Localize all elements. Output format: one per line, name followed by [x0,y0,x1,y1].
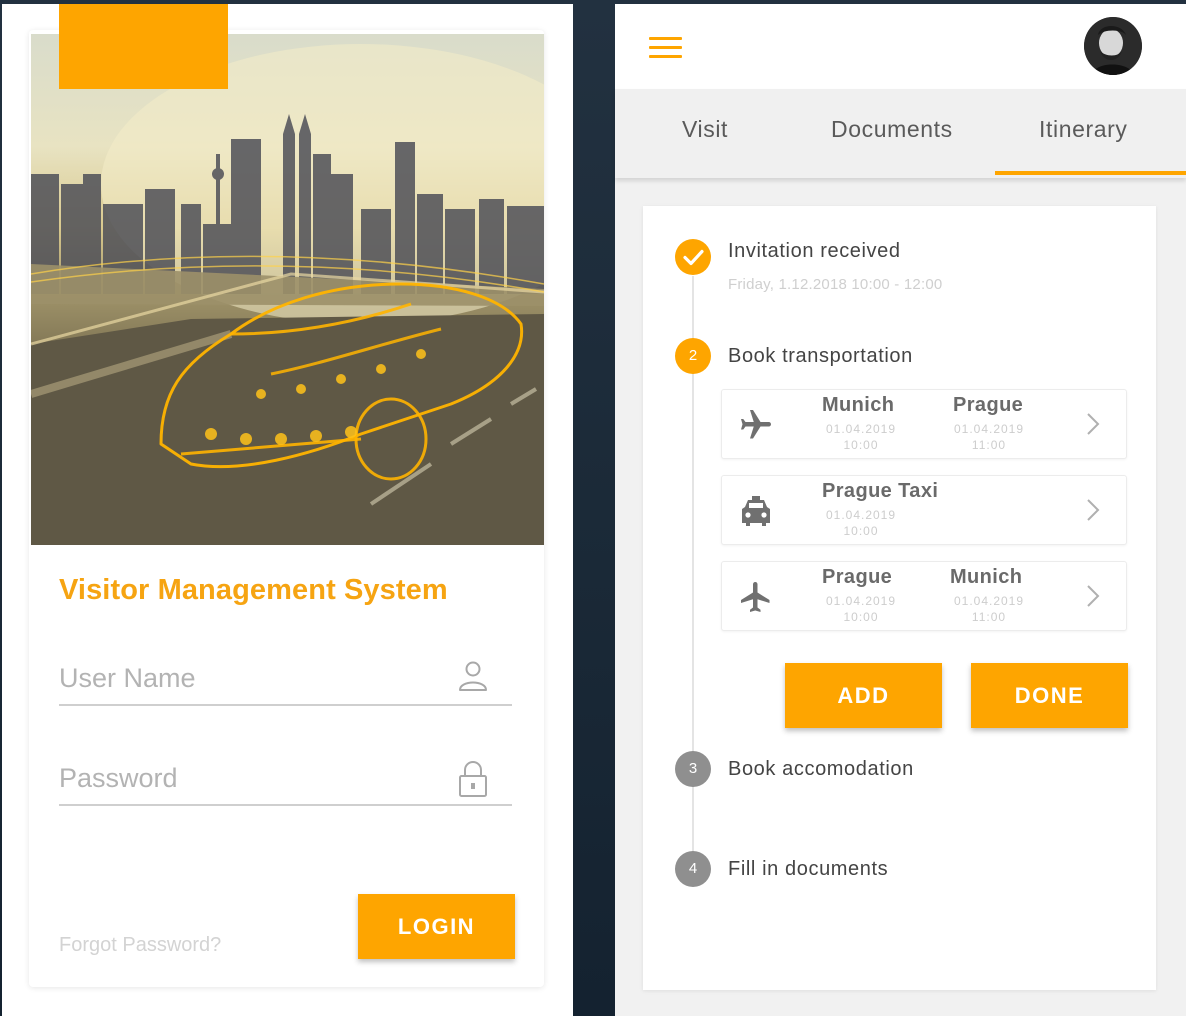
tab-itinerary[interactable]: Itinerary [1039,116,1127,143]
tab-documents[interactable]: Documents [831,116,953,143]
step-number-badge: 3 [675,751,711,787]
password-input[interactable] [59,756,439,800]
step-label: Book accomodation [728,758,914,780]
trip-destination: Munich [950,566,1023,588]
lock-icon [458,760,488,803]
forgot-password-link[interactable]: Forgot Password? [59,934,221,957]
itinerary-screen: Visit Documents Itinerary Invitation rec… [615,4,1186,1016]
page-title: Visitor Management System [59,574,448,606]
hero-image [31,34,544,545]
step-done-icon [675,239,711,275]
user-icon [458,660,488,697]
trip-destination-datetime: 01.04.2019 11:00 [953,594,1025,624]
step-label: Book transportation [728,345,913,367]
step-number-badge: 4 [675,851,711,887]
username-input[interactable] [59,656,439,700]
airplane-icon [738,579,774,620]
airplane-icon [738,407,774,448]
tab-bar: Visit Documents Itinerary [615,89,1186,178]
top-app-bar [615,4,1186,89]
trip-origin: Prague [822,566,893,588]
hamburger-menu-icon[interactable] [649,37,682,61]
taxi-icon [738,493,774,534]
chevron-right-icon [1086,498,1100,527]
trip-origin-datetime: 01.04.2019 10:00 [825,422,897,452]
add-button[interactable]: ADD [785,663,942,728]
chevron-right-icon [1086,412,1100,441]
trip-item[interactable]: Munich 01.04.2019 10:00 Prague 01.04.2019… [721,389,1127,459]
active-tab-indicator [995,171,1186,175]
step-label: Invitation received [728,240,901,262]
trip-destination-datetime: 01.04.2019 11:00 [953,422,1025,452]
trip-item[interactable]: Prague Taxi 01.04.2019 10:00 [721,475,1127,545]
trip-origin-datetime: 01.04.2019 10:00 [825,594,897,624]
step-subtitle: Friday, 1.12.2018 10:00 - 12:00 [728,276,943,293]
username-field [59,656,512,706]
trip-destination: Prague [953,394,1024,416]
trip-origin: Prague Taxi [822,480,939,502]
user-avatar[interactable] [1084,17,1142,75]
chevron-right-icon [1086,584,1100,613]
brand-logo [59,4,228,89]
tab-visit[interactable]: Visit [682,116,728,143]
done-button[interactable]: DONE [971,663,1128,728]
step-label: Fill in documents [728,858,889,880]
trip-origin: Munich [822,394,895,416]
trip-item[interactable]: Prague 01.04.2019 10:00 Munich 01.04.2019… [721,561,1127,631]
step-number-badge: 2 [675,338,711,374]
trip-origin-datetime: 01.04.2019 10:00 [825,508,897,538]
password-field [59,756,512,806]
login-button[interactable]: LOGIN [358,894,515,959]
